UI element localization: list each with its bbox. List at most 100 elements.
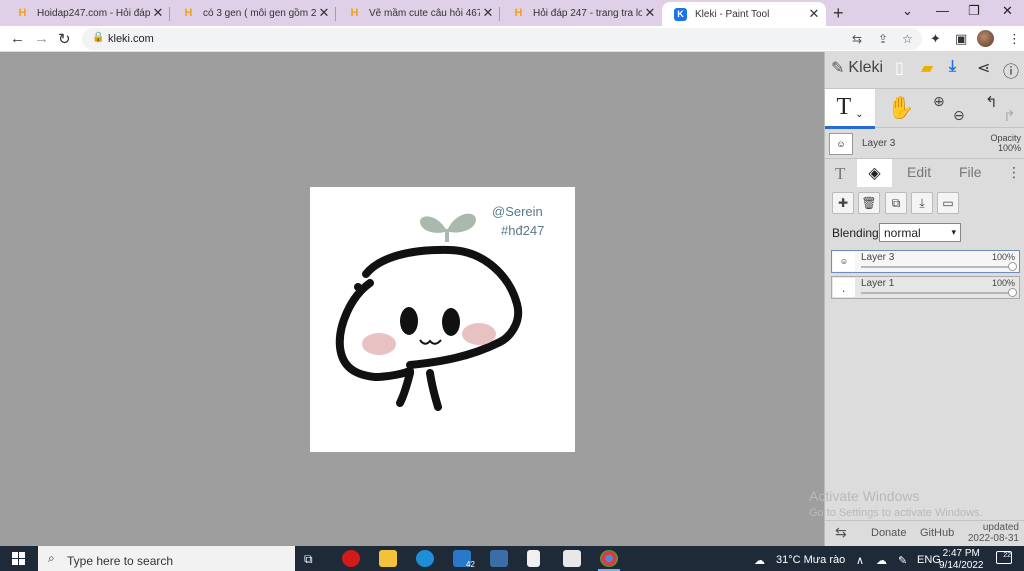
drawing-workspace[interactable]: @Serein #hđ247	[0, 52, 824, 546]
file-explorer-icon[interactable]	[379, 550, 397, 567]
notification-center-icon[interactable]: 22	[996, 551, 1012, 564]
text-tool-button[interactable]: T ⌄	[825, 89, 875, 129]
head-outline	[335, 245, 523, 382]
more-options-icon[interactable]: ⋮	[1007, 164, 1021, 181]
clock[interactable]: 2:47 PM 9/14/2022	[939, 548, 984, 571]
windows-taskbar: ⌕ Type here to search ⧉ 42 ☁ 31°C Mưa rà…	[0, 546, 1024, 571]
layer-item[interactable]: ☺ Layer 3 100%	[831, 250, 1020, 273]
duplicate-layer-button[interactable]: ⧉	[885, 192, 907, 214]
slider-handle[interactable]	[1008, 262, 1017, 271]
close-tab-icon[interactable]: ✕	[150, 5, 166, 21]
layer-item[interactable]: ˛ Layer 1 100%	[831, 276, 1020, 299]
delete-layer-button[interactable]: 🗑	[858, 192, 880, 214]
lang-indicator[interactable]: ENG	[917, 554, 941, 566]
chrome-icon[interactable]	[598, 550, 620, 571]
kleki-logo: ✎ Kleki	[831, 58, 883, 78]
drawing-canvas[interactable]: @Serein #hđ247	[310, 187, 575, 452]
help-icon[interactable]: ⓘ	[1003, 58, 1019, 82]
weather-icon[interactable]: ☁	[754, 554, 765, 567]
hoidap-favicon-icon: H	[18, 7, 27, 19]
arm-right	[426, 369, 442, 411]
swap-sides-icon[interactable]: ⇆	[835, 524, 847, 541]
extensions-icon[interactable]: ✦	[930, 31, 941, 47]
browser-tab-4[interactable]: H Hỏi đáp 247 - trang tra loi ✕	[500, 2, 662, 24]
redo-icon[interactable]: ↱	[1003, 107, 1016, 125]
tab-title: Hoidap247.com - Hỏi đáp bà	[37, 7, 150, 19]
tab-strip: H Hoidap247.com - Hỏi đáp bà ✕ H có 3 ge…	[0, 0, 1024, 26]
add-layer-button[interactable]: ✚	[832, 192, 854, 214]
weather-text[interactable]: 31°C Mưa rào	[776, 554, 845, 566]
tab-edit[interactable]: Edit	[907, 164, 931, 180]
text-tab-icon[interactable]: T	[835, 164, 845, 184]
close-tab-icon[interactable]: ✕	[806, 6, 822, 22]
browser-tab-active[interactable]: K Kleki - Paint Tool ✕	[662, 2, 826, 26]
edge-icon[interactable]	[416, 550, 434, 567]
back-icon[interactable]: ←	[10, 30, 25, 47]
close-window-icon[interactable]: ✕	[1002, 3, 1013, 19]
chevron-down-icon[interactable]: ⌄	[855, 109, 863, 120]
reload-icon[interactable]: ↻	[58, 30, 71, 48]
download-icon[interactable]: ⤓	[949, 58, 956, 76]
browser-tab-3[interactable]: H Vẽ mầm cute câu hỏi 467217 ✕	[336, 2, 500, 24]
cloud-icon[interactable]: ☁	[876, 554, 887, 567]
translate-icon[interactable]: ⇆	[852, 32, 862, 46]
profile-avatar[interactable]	[977, 30, 994, 47]
browser-tab-1[interactable]: H Hoidap247.com - Hỏi đáp bà ✕	[4, 2, 170, 24]
new-tab-icon[interactable]: +	[833, 3, 844, 24]
minimize-icon[interactable]: —	[936, 3, 949, 18]
taskbar-search[interactable]: ⌕ Type here to search	[38, 546, 295, 571]
opera-icon[interactable]	[342, 550, 360, 567]
share-icon[interactable]: ⋖	[977, 58, 990, 78]
tab-file[interactable]: File	[959, 164, 982, 180]
donate-link[interactable]: Donate	[871, 527, 906, 539]
sprout-leaf-left	[420, 216, 447, 233]
new-image-icon[interactable]: ▯	[895, 58, 904, 78]
address-bar[interactable]: 🔒 kleki.com ⇆ ⇪ ☆	[82, 28, 922, 50]
mouth	[419, 339, 442, 345]
restore-icon[interactable]: ❐	[968, 3, 980, 19]
open-folder-icon[interactable]: ▰	[921, 58, 933, 78]
windows-start-icon[interactable]	[12, 552, 25, 565]
pen-icon[interactable]: ✎	[898, 554, 907, 567]
rename-layer-button[interactable]: ▭	[937, 192, 959, 214]
notepad-icon[interactable]	[527, 550, 540, 567]
sidepanel-icon[interactable]: ▣	[955, 31, 967, 47]
undo-icon[interactable]: ↰	[985, 93, 998, 111]
zoom-out-icon[interactable]: ⊖	[953, 107, 965, 124]
store-icon[interactable]	[563, 550, 581, 567]
tab-title: Hỏi đáp 247 - trang tra loi	[533, 7, 642, 19]
forward-icon[interactable]: →	[34, 30, 49, 47]
merge-down-button[interactable]: ⤓	[911, 192, 933, 214]
blending-label: Blending	[832, 226, 879, 240]
github-link[interactable]: GitHub	[920, 527, 954, 539]
layers-tab-icon[interactable]: ◈	[857, 159, 892, 187]
outline-dot	[354, 283, 362, 291]
mail-badge: 42	[466, 560, 475, 569]
blending-select[interactable]: normal ▾	[879, 223, 961, 242]
layer-opacity-slider[interactable]	[861, 292, 1013, 294]
slider-handle[interactable]	[1008, 288, 1017, 297]
close-tab-icon[interactable]: ✕	[642, 5, 658, 21]
browser-tab-2[interactable]: H có 3 gen ( mỗi gen gồm 2 al ✕	[170, 2, 336, 24]
app-name: Kleki	[848, 59, 884, 76]
close-tab-icon[interactable]: ✕	[316, 5, 332, 21]
tab-title: có 3 gen ( mỗi gen gồm 2 al	[203, 7, 316, 19]
zoom-in-icon[interactable]: ⊕	[933, 93, 945, 110]
url-text[interactable]: kleki.com	[108, 33, 154, 45]
tab-title: Vẽ mầm cute câu hỏi 467217	[369, 7, 480, 19]
tab-search-icon[interactable]: ⌄	[902, 3, 913, 19]
hand-tool-icon[interactable]: ✋	[887, 95, 914, 121]
lock-icon[interactable]: 🔒	[92, 32, 104, 43]
menu-kebab-icon[interactable]: ⋮	[1008, 31, 1021, 47]
layer-opacity-slider[interactable]	[861, 266, 1013, 268]
tray-chevron-icon[interactable]: ∧	[856, 554, 864, 567]
settings-app-icon[interactable]	[490, 550, 508, 567]
tool-row: T ⌄ ✋ ⊕ ⊖ ↰ ↱	[825, 88, 1024, 129]
close-tab-icon[interactable]: ✕	[480, 5, 496, 21]
task-view-icon[interactable]: ⧉	[304, 552, 322, 569]
kleki-side-panel: ✎ Kleki ▯ ▰ ⤓ ⋖ ⓘ T ⌄ ✋ ⊕ ⊖ ↰ ↱ ☺ Layer 3…	[809, 52, 1024, 546]
cheek-left	[362, 333, 396, 355]
bookmark-star-icon[interactable]: ☆	[902, 32, 913, 46]
share-icon[interactable]: ⇪	[878, 32, 888, 46]
search-input[interactable]: Type here to search	[67, 554, 173, 568]
